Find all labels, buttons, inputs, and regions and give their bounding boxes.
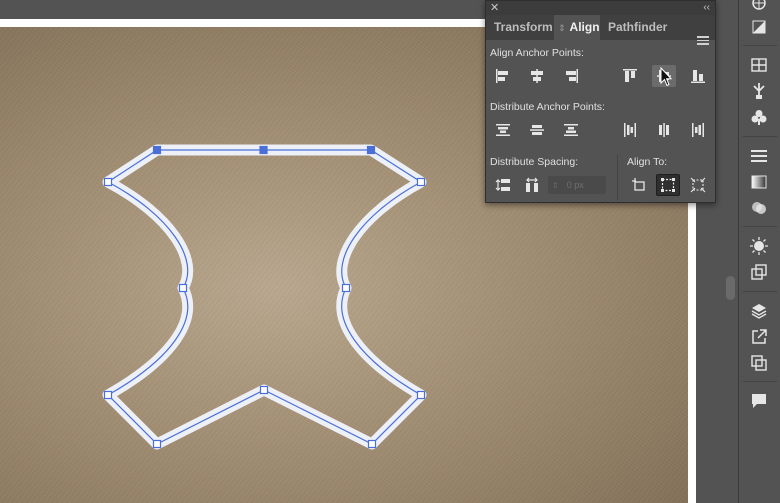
appearance-icon[interactable] bbox=[747, 235, 771, 257]
mouse-cursor-icon bbox=[660, 67, 672, 87]
graphic-styles-icon[interactable] bbox=[747, 261, 771, 283]
panel-title-bar[interactable]: ✕ ‹‹ bbox=[486, 1, 715, 15]
artboards-icon[interactable] bbox=[747, 352, 771, 374]
horizontal-distribute-space-button[interactable] bbox=[520, 174, 544, 196]
tab-label: Transform bbox=[494, 20, 553, 34]
comments-icon[interactable] bbox=[747, 390, 771, 412]
horizontal-align-center-button[interactable] bbox=[525, 65, 549, 87]
anchor-point bbox=[416, 177, 426, 187]
align-panel: ✕ ‹‹ Transform ⇕ Align Pathfinder Align A… bbox=[485, 0, 716, 203]
collapse-panel-icon[interactable]: ‹‹ bbox=[703, 1, 710, 15]
transparency-icon[interactable] bbox=[747, 197, 771, 219]
shape-outline-stroke bbox=[102, 144, 427, 450]
anchor-point-selected bbox=[152, 145, 162, 155]
distribute-spacing-label: Distribute Spacing: bbox=[490, 156, 579, 168]
stepper-arrows-icon[interactable]: ⇕ bbox=[552, 181, 559, 190]
vertical-align-bottom-button[interactable] bbox=[686, 65, 710, 87]
tab-pathfinder[interactable]: Pathfinder bbox=[600, 15, 680, 40]
asset-export-icon[interactable] bbox=[747, 326, 771, 348]
anchor-point bbox=[103, 177, 113, 187]
stroke-icon[interactable] bbox=[747, 145, 771, 167]
right-panel-dock bbox=[738, 0, 780, 503]
panel-menu-icon[interactable] bbox=[697, 34, 709, 47]
anchor-point bbox=[259, 385, 269, 395]
vertical-align-top-button[interactable] bbox=[618, 65, 642, 87]
horizontal-distribute-center-button[interactable] bbox=[652, 119, 676, 141]
close-icon[interactable]: ✕ bbox=[490, 1, 499, 15]
horizontal-align-left-button[interactable] bbox=[491, 65, 515, 87]
vertical-distribute-center-button[interactable] bbox=[525, 119, 549, 141]
brushes-icon[interactable] bbox=[747, 80, 771, 102]
anchor-point bbox=[103, 390, 113, 400]
scrollbar-thumb[interactable] bbox=[726, 276, 735, 300]
horizontal-distribute-left-button[interactable] bbox=[618, 119, 642, 141]
align-anchor-points-label: Align Anchor Points: bbox=[490, 47, 584, 59]
gradient-icon[interactable] bbox=[747, 171, 771, 193]
horizontal-align-right-button[interactable] bbox=[559, 65, 583, 87]
align-to-artboard-button[interactable] bbox=[686, 174, 710, 196]
anchor-point bbox=[367, 439, 377, 449]
anchor-point-selected bbox=[366, 145, 376, 155]
anchor-point bbox=[178, 283, 188, 293]
spacing-value: 0 px bbox=[566, 180, 584, 190]
shape-path[interactable] bbox=[106, 149, 423, 445]
anchor-point bbox=[152, 439, 162, 449]
gradient-swatch-icon[interactable] bbox=[747, 16, 771, 38]
illustrator-window: ✕ ‹‹ Transform ⇕ Align Pathfinder Align A… bbox=[0, 0, 780, 503]
vertical-distribute-space-button[interactable] bbox=[491, 174, 515, 196]
anchor-points[interactable] bbox=[103, 145, 426, 449]
section-divider bbox=[617, 155, 618, 200]
distribute-anchor-points-label: Distribute Anchor Points: bbox=[490, 101, 605, 113]
anchor-point bbox=[341, 283, 351, 293]
symbols-icon[interactable] bbox=[747, 106, 771, 128]
horizontal-distribute-right-button[interactable] bbox=[686, 119, 710, 141]
vertical-scrollbar[interactable] bbox=[722, 0, 738, 503]
tab-grip-icon: ⇕ bbox=[558, 23, 566, 33]
vertical-distribute-top-button[interactable] bbox=[491, 119, 515, 141]
align-to-key-anchor-button[interactable] bbox=[656, 174, 680, 196]
swatches-icon[interactable] bbox=[747, 54, 771, 76]
vertical-distribute-bottom-button[interactable] bbox=[559, 119, 583, 141]
align-to-selection-button[interactable] bbox=[627, 174, 651, 196]
tab-transform[interactable]: Transform bbox=[486, 15, 554, 40]
tab-label: Pathfinder bbox=[608, 20, 668, 34]
tab-label: Align bbox=[569, 20, 600, 34]
panel-tabs: Transform ⇕ Align Pathfinder bbox=[486, 15, 715, 45]
libraries-icon[interactable] bbox=[747, 0, 771, 14]
layers-icon[interactable] bbox=[747, 300, 771, 322]
anchor-point-selected bbox=[259, 145, 268, 155]
anchor-point bbox=[416, 390, 426, 400]
spacing-value-field[interactable]: ⇕ 0 px bbox=[548, 176, 606, 194]
align-to-label: Align To: bbox=[627, 156, 668, 168]
tab-align[interactable]: ⇕ Align bbox=[554, 15, 600, 40]
